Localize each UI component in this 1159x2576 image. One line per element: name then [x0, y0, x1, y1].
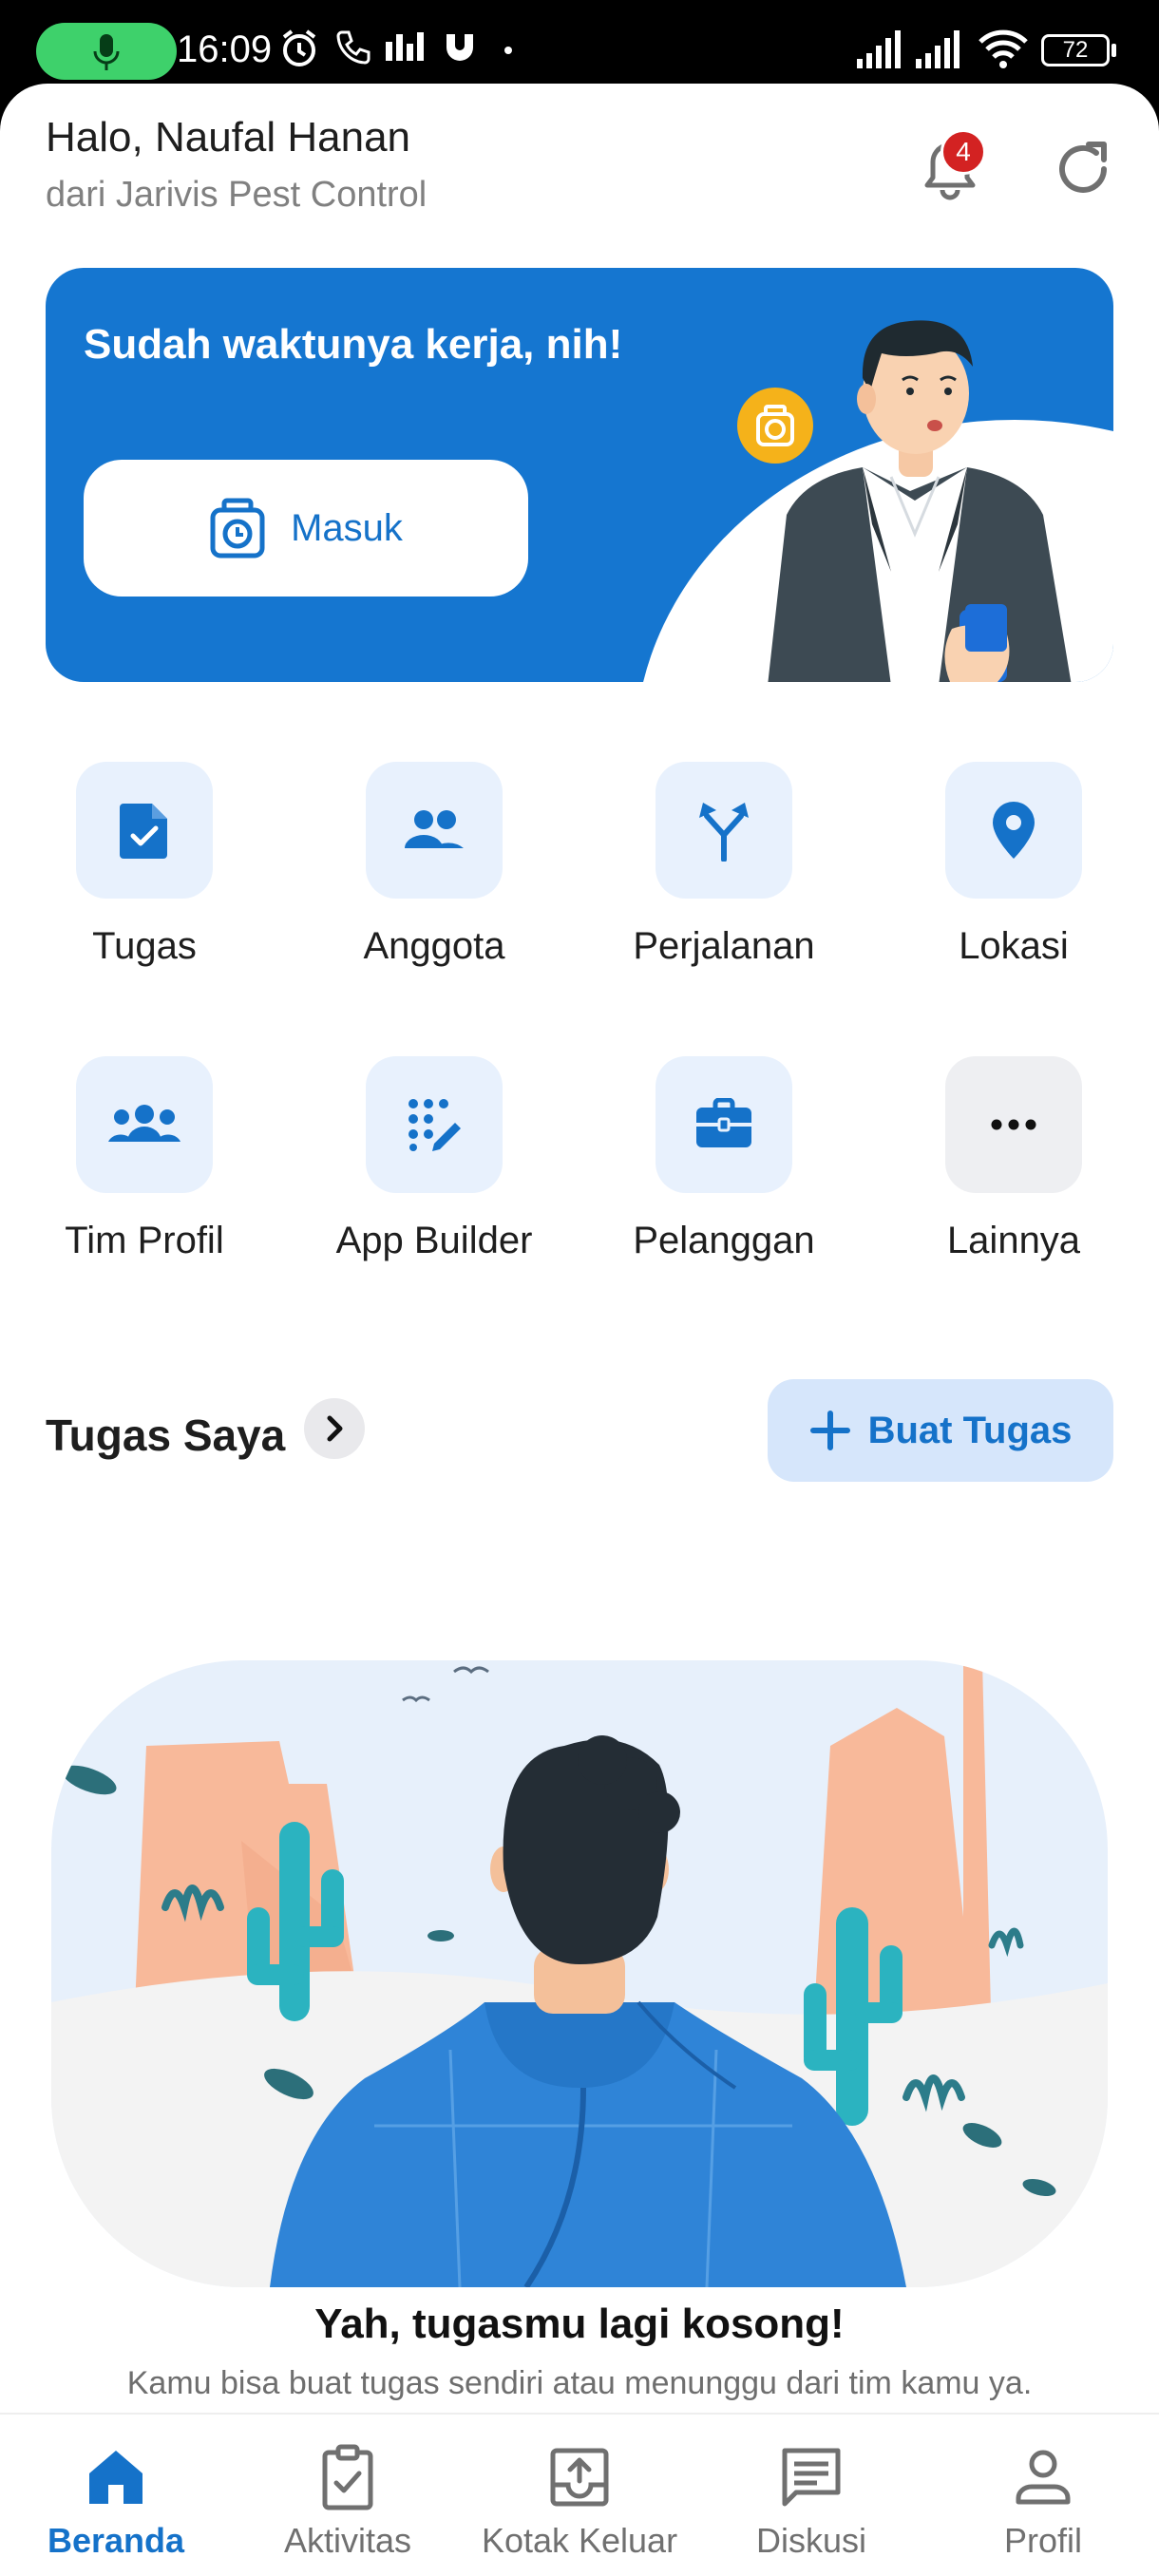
mic-icon: [93, 34, 120, 70]
chevron-right-icon: [327, 1415, 343, 1442]
my-tasks-title: Tugas Saya: [46, 1411, 286, 1460]
nav-item-diskusi[interactable]: Diskusi: [695, 2415, 927, 2576]
plus-icon: [809, 1411, 850, 1450]
menu-item-tugas[interactable]: Tugas: [21, 762, 268, 968]
menu-tile: [76, 762, 213, 899]
notification-badge: 4: [940, 129, 986, 175]
app-icon: [446, 34, 473, 61]
app-screen: Halo, Naufal Hanan dari Jarivis Pest Con…: [0, 84, 1159, 2576]
location-pin-icon: [993, 802, 1035, 859]
businessman-illustration: [768, 320, 1072, 682]
home-icon: [89, 2451, 142, 2504]
task-doc-icon: [120, 804, 167, 859]
menu-item-pelanggan[interactable]: Pelanggan: [600, 1056, 847, 1262]
menu-label: Anggota: [363, 925, 505, 967]
menu-item-lainnya[interactable]: Lainnya: [890, 1056, 1137, 1262]
dot-icon: [504, 47, 512, 54]
greeting-title: Halo, Naufal Hanan: [46, 114, 411, 161]
nav-label: Kotak Keluar: [481, 2521, 678, 2560]
nav-item-aktivitas[interactable]: Aktivitas: [232, 2415, 464, 2576]
menu-tile: [76, 1056, 213, 1193]
alarm-icon: [282, 29, 316, 66]
nav-label: Diskusi: [755, 2521, 866, 2560]
create-task-label: Buat Tugas: [867, 1409, 1073, 1451]
menu-label: Lokasi: [959, 925, 1069, 967]
empty-tasks-illustration: [51, 1660, 1108, 2287]
nav-item-beranda[interactable]: Beranda: [0, 2415, 232, 2576]
empty-state-subtitle: Kamu bisa buat tugas sendiri atau menung…: [126, 2365, 1033, 2401]
menu-label: Lainnya: [946, 1220, 1081, 1261]
nav-label: Beranda: [47, 2521, 185, 2560]
members-icon: [405, 810, 464, 848]
menu-label: Tugas: [92, 925, 197, 967]
menu-label: Pelanggan: [633, 1220, 815, 1261]
checkin-button[interactable]: Masuk: [84, 460, 528, 597]
briefcase-icon: [696, 1098, 751, 1147]
menu-label: Tim Profil: [65, 1220, 224, 1261]
more-icon: [991, 1119, 1036, 1130]
menu-item-tim-profil[interactable]: Tim Profil: [21, 1056, 268, 1262]
menu-item-app-builder[interactable]: App Builder: [311, 1056, 558, 1262]
menu-item-anggota[interactable]: Anggota: [311, 762, 558, 968]
clock: 16:09: [177, 28, 273, 70]
menu-item-lokasi[interactable]: Lokasi: [890, 762, 1137, 968]
equalizer-icon: [386, 32, 424, 61]
checkin-card: Sudah waktunya kerja, nih! Masuk: [46, 268, 1113, 682]
my-tasks-more-button[interactable]: [304, 1398, 365, 1459]
checkin-label: Masuk: [291, 506, 403, 549]
nav-label: Profil: [1003, 2521, 1083, 2560]
route-split-icon: [699, 803, 749, 862]
team-icon: [108, 1105, 180, 1142]
signal-icon: [857, 30, 901, 68]
empty-state-title: Yah, tugasmu lagi kosong!: [314, 2301, 845, 2347]
wifi-icon: [978, 29, 1028, 68]
company-subtitle: dari Jarivis Pest Control: [46, 175, 428, 215]
battery-level: 72: [1062, 37, 1089, 63]
battery-tip: [1112, 44, 1116, 57]
profile-icon: [1016, 2450, 1071, 2505]
activity-icon: [322, 2444, 373, 2510]
app-builder-icon: [408, 1099, 461, 1151]
menu-label: App Builder: [335, 1220, 533, 1261]
menu-item-perjalanan[interactable]: Perjalanan: [600, 762, 847, 968]
menu-tile: [366, 1056, 503, 1193]
nav-label: Aktivitas: [283, 2521, 412, 2560]
nav-item-kotak-keluar[interactable]: Kotak Keluar: [464, 2415, 695, 2576]
chat-icon: [782, 2448, 841, 2507]
menu-tile: [945, 1056, 1082, 1193]
menu-label: Perjalanan: [633, 925, 815, 967]
checkin-title: Sudah waktunya kerja, nih!: [84, 321, 623, 368]
menu-tile: [366, 762, 503, 899]
create-task-button[interactable]: Buat Tugas: [768, 1379, 1113, 1482]
bottom-navigation: Beranda Aktivitas Kotak Keluar Diskusi P…: [0, 2413, 1159, 2576]
refresh-icon[interactable]: [1045, 131, 1121, 207]
battery-indicator: 72: [1041, 34, 1110, 66]
phone-icon: [336, 30, 370, 65]
menu-tile: [656, 1056, 792, 1193]
menu-tile: [656, 762, 792, 899]
menu-tile: [945, 762, 1082, 899]
signal-icon-2: [916, 30, 960, 68]
mic-indicator[interactable]: [36, 23, 177, 80]
clock-in-icon: [210, 498, 265, 559]
outbox-icon: [550, 2448, 609, 2507]
status-bar: 16:09 72: [0, 0, 1159, 85]
nav-item-profil[interactable]: Profil: [927, 2415, 1159, 2576]
